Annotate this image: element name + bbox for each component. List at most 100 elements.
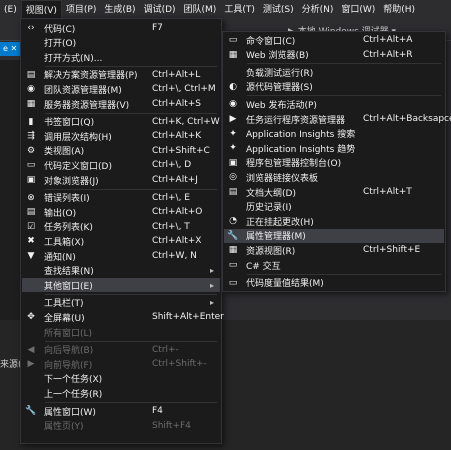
menu-item-label: Application Insights 搜索: [246, 130, 356, 141]
menu-item[interactable]: ▭ C# 交互: [224, 258, 444, 272]
menu-item-icon: ▦: [26, 99, 36, 109]
menu-item[interactable]: ◎ 浏览器链接仪表板: [224, 170, 444, 184]
menu-separator: [45, 402, 217, 403]
menu-item[interactable]: 工具栏(T) ▸: [22, 296, 220, 310]
menu-item[interactable]: ▦ Web 浏览器(B) Ctrl+Alt+R: [224, 48, 444, 62]
menu-item[interactable]: 上一个任务(R): [22, 386, 220, 400]
menu-item-icon: ▦: [228, 245, 238, 256]
menubar-item[interactable]: 团队(M): [180, 0, 221, 20]
menu-item-icon: ▼: [27, 251, 35, 261]
menu-item-icon: ◀: [27, 344, 35, 355]
menubar-item[interactable]: 生成(B): [100, 0, 139, 20]
menubar-item[interactable]: 工具(T): [220, 0, 259, 20]
menu-item[interactable]: ▭ 命令窗口(C) Ctrl+Alt+A: [224, 33, 444, 47]
menu-item-icon: [22, 50, 40, 64]
menu-item-label: Web 浏览器(B): [246, 51, 309, 62]
menu-separator: [45, 293, 217, 295]
menubar-item[interactable]: 调试(D): [140, 0, 180, 20]
menu-item: ▶ 向前导航(F) Ctrl+Shift+-: [22, 357, 220, 371]
menu-item-shortcut: Ctrl+Shift+C: [152, 145, 210, 156]
menubar-item[interactable]: 分析(N): [298, 0, 338, 20]
menu-item[interactable]: ▤ 文档大纲(D) Ctrl+Alt+T: [224, 185, 444, 199]
menu-item-label: 错误列表(I): [44, 194, 90, 205]
menu-separator: [45, 188, 217, 190]
menu-item[interactable]: ◉ 团队资源管理器(M) Ctrl+\, Ctrl+M: [22, 82, 220, 96]
menu-item[interactable]: ▣ 程序包管理器控制台(O): [224, 156, 444, 170]
menu-item[interactable]: ✦ Application Insights 搜索: [224, 127, 444, 141]
menu-item-label: 属性页(Y): [44, 422, 84, 433]
menu-item[interactable]: 其他窗口(E) ▸: [22, 278, 220, 293]
menu-item-icon: ▮: [28, 116, 34, 127]
menu-item[interactable]: ▶ 任务运行程序资源管理器 Ctrl+Alt+Backsapce: [224, 112, 451, 126]
menu-item[interactable]: ⇶ 调用层次结构(H) Ctrl+Alt+K: [22, 129, 220, 143]
menu-item[interactable]: ▼ 通知(N) Ctrl+W, N: [22, 249, 220, 263]
menubar-item[interactable]: 帮助(H): [379, 0, 419, 20]
menu-item-shortcut: Ctrl+Alt+Backsapce: [363, 114, 451, 124]
menu-item-icon: ▣: [228, 157, 238, 168]
menu-item[interactable]: 历史记录(I): [224, 200, 444, 214]
menu-item-label: 向后导航(B): [44, 346, 94, 357]
menu-item[interactable]: ✖ 工具箱(X) Ctrl+Alt+X: [22, 234, 220, 248]
menu-item[interactable]: ☑ 任务列表(K) Ctrl+\, T: [22, 220, 220, 234]
menu-item[interactable]: ⊗ 错误列表(I) Ctrl+\, E: [22, 191, 220, 205]
menu-item-icon: [22, 36, 40, 50]
menu-item-icon: ▭: [228, 260, 238, 270]
menu-item-label: 程序包管理器控制台(O): [246, 159, 342, 170]
menu-item[interactable]: 🔧 属性管理器(M): [224, 228, 444, 243]
menu-item[interactable]: 下一个任务(X): [22, 372, 220, 386]
menu-item[interactable]: 🔧 属性窗口(W) F4: [22, 404, 220, 418]
menu-item[interactable]: ▤ 输出(O) Ctrl+Alt+O: [22, 205, 220, 219]
menu-item-icon: ▤: [26, 207, 36, 218]
menu-item-icon: ◎: [229, 172, 237, 183]
menu-item[interactable]: ▦ 资源视图(R) Ctrl+Shift+E: [224, 243, 444, 257]
menu-item-label: 打开方式(N)...: [44, 53, 103, 64]
menu-item-icon: ▶: [27, 359, 35, 370]
menu-item-icon: ‹›: [27, 23, 35, 33]
menu-item[interactable]: 查找结果(N) ▸: [22, 264, 220, 278]
menubar-item[interactable]: 项目(P): [62, 0, 100, 20]
menu-item-label: 命令窗口(C): [246, 36, 296, 47]
menu-item-shortcut: Ctrl+Alt+K: [152, 131, 202, 142]
menu-item[interactable]: ▭ 代码度量值结果(M): [224, 276, 444, 290]
menu-item-shortcut: Ctrl+W, N: [152, 251, 197, 261]
menu-item[interactable]: ✥ 全屏幕(U) Shift+Alt+Enter: [22, 310, 224, 324]
menu-item[interactable]: ◉ Web 发布活动(P): [224, 97, 444, 111]
menu-item[interactable]: ⚙ 类视图(A) Ctrl+Shift+C: [22, 144, 220, 158]
menu-item-icon: ▶: [229, 114, 237, 124]
menu-item: ◀ 向后导航(B) Ctrl+-: [22, 343, 220, 357]
menu-item[interactable]: ▤ 解决方案资源管理器(P) Ctrl+Alt+L: [22, 68, 220, 82]
menu-item-icon: [224, 65, 242, 79]
menu-item[interactable]: ‹› 代码(C) F7: [22, 21, 220, 35]
menu-item-shortcut: Ctrl+Alt+L: [152, 69, 201, 80]
menu-item-shortcut: Ctrl+Shift+E: [363, 245, 421, 256]
menubar-item[interactable]: (E): [0, 0, 21, 20]
editor-area[interactable]: [0, 60, 20, 320]
menu-item[interactable]: ▦ 服务器资源管理器(V) Ctrl+Alt+S: [22, 97, 220, 111]
menu-item-shortcut: Ctrl+Alt+A: [363, 35, 413, 45]
menu-item-label: 任务列表(K): [44, 223, 93, 234]
menu-item-shortcut: F7: [152, 23, 163, 33]
menu-item[interactable]: ▣ 对象浏览器(J) Ctrl+Alt+J: [22, 173, 220, 187]
menu-item[interactable]: ✦ Application Insights 趋势: [224, 141, 444, 155]
submenu-arrow-icon: ▸: [209, 266, 214, 276]
menu-item-label: 源代码管理器(S): [246, 83, 313, 94]
menu-item-label: 代码定义窗口(D): [44, 161, 112, 172]
menubar-item[interactable]: 测试(S): [259, 0, 298, 20]
menu-item-icon: [224, 200, 242, 214]
menu-separator: [247, 273, 441, 275]
menu-item[interactable]: ▮ 书签窗口(Q) Ctrl+K, Ctrl+W: [22, 115, 220, 129]
menu-item[interactable]: 负载测试运行(R): [224, 65, 444, 79]
menu-item[interactable]: 打开方式(N)...: [22, 50, 220, 64]
menu-item-icon: ✖: [27, 236, 35, 247]
menubar-item[interactable]: 窗口(W): [337, 0, 379, 20]
menu-item-label: 负载测试运行(R): [246, 68, 314, 79]
menu-item-icon: ✦: [229, 143, 237, 154]
menu-item-icon: ◔: [229, 216, 237, 227]
menu-item-shortcut: Ctrl+\, E: [152, 192, 190, 203]
menu-item[interactable]: ▭ 代码定义窗口(D) Ctrl+\, D: [22, 158, 220, 172]
menu-item[interactable]: ◐ 源代码管理器(S): [224, 80, 444, 94]
submenu-arrow-icon: ▸: [209, 298, 214, 308]
menu-item[interactable]: ◔ 正在挂起更改(H): [224, 214, 444, 228]
menu-separator: [45, 112, 217, 114]
menu-item[interactable]: 打开(O): [22, 36, 220, 50]
